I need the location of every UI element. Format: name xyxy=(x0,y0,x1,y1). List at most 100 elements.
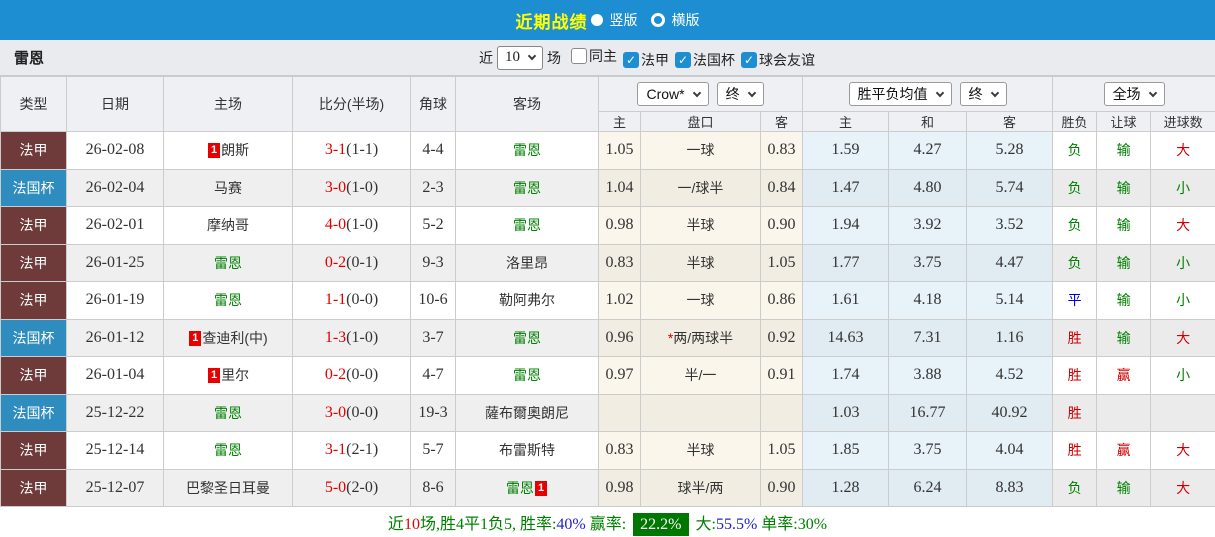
match-count-select[interactable]: 10 xyxy=(497,46,543,70)
date-cell: 26-02-01 xyxy=(67,207,164,245)
average-time-select[interactable]: 终 xyxy=(960,82,1007,106)
team-label: 雷恩 xyxy=(506,480,534,496)
avg-draw-cell: 16.77 xyxy=(889,394,967,432)
odds-away-cell: 0.90 xyxy=(761,207,803,245)
date-cell: 26-01-19 xyxy=(67,282,164,320)
checked-checkbox-icon[interactable]: ✓ xyxy=(675,52,691,68)
team-label: 雷恩 xyxy=(214,405,242,421)
goals-cell: 大 xyxy=(1151,207,1215,245)
team-label: 雷恩 xyxy=(214,442,242,458)
average-type-value: 胜平负均值 xyxy=(858,84,928,104)
results-tbody: 法甲26-02-081朗斯3-1(1-1)4-4雷恩1.05一球0.831.59… xyxy=(1,132,1215,507)
team-label: 雷恩 xyxy=(214,255,242,271)
subheader-odds-away: 客 xyxy=(761,112,803,132)
unchecked-checkbox-icon[interactable] xyxy=(571,48,587,64)
avg-draw-cell: 4.27 xyxy=(889,132,967,170)
handicap-result-cell: 赢 xyxy=(1097,357,1151,395)
corners-cell: 8-6 xyxy=(411,469,456,507)
summary-segment: 大: xyxy=(692,516,716,533)
subheader-handicap: 盘口 xyxy=(641,112,761,132)
away-team-cell: 薩布爾奧朗尼 xyxy=(456,394,599,432)
avg-away-cell: 8.83 xyxy=(967,469,1053,507)
team-name: 雷恩 xyxy=(14,47,44,68)
table-row: 法甲26-01-25雷恩0-2(0-1)9-3洛里昂0.83半球1.051.77… xyxy=(1,244,1215,282)
avg-home-cell: 1.74 xyxy=(803,357,889,395)
goals-cell: 小 xyxy=(1151,357,1215,395)
odds-header-group: Crow* 终 xyxy=(599,77,803,112)
team-label: 朗斯 xyxy=(221,142,249,158)
header-corners: 角球 xyxy=(411,77,456,132)
avg-home-cell: 14.63 xyxy=(803,319,889,357)
table-row: 法国杯26-02-04马赛3-0(1-0)2-3雷恩1.04一/球半0.841.… xyxy=(1,169,1215,207)
summary-segment: 55.5% xyxy=(716,516,757,533)
home-team-cell: 巴黎圣日耳曼 xyxy=(164,469,293,507)
results-table: 类型 日期 主场 比分(半场) 角球 客场 Crow* 终 胜平负均值 xyxy=(0,76,1215,507)
average-time-value: 终 xyxy=(969,84,983,104)
team-label: 巴黎圣日耳曼 xyxy=(186,480,270,496)
checked-checkbox-icon[interactable]: ✓ xyxy=(623,52,639,68)
team-label: 布雷斯特 xyxy=(499,442,555,458)
handicap-result-cell: 输 xyxy=(1097,282,1151,320)
horizontal-radio-icon[interactable] xyxy=(651,13,665,27)
corners-cell: 3-7 xyxy=(411,319,456,357)
vertical-radio-selected-icon[interactable] xyxy=(591,14,603,26)
match-type-cell: 法甲 xyxy=(1,357,67,395)
odds-time-select[interactable]: 终 xyxy=(717,82,764,106)
away-team-cell: 雷恩 xyxy=(456,169,599,207)
handicap-cell: 半球 xyxy=(641,244,761,282)
team-label: 勒阿弗尔 xyxy=(499,292,555,308)
match-type-cell: 法甲 xyxy=(1,432,67,470)
average-type-select[interactable]: 胜平负均值 xyxy=(849,82,952,106)
corners-cell: 5-7 xyxy=(411,432,456,470)
score-cell: 4-0(1-0) xyxy=(293,207,411,245)
home-team-cell: 雷恩 xyxy=(164,244,293,282)
chevron-down-icon xyxy=(747,88,755,96)
away-team-cell: 雷恩 xyxy=(456,207,599,245)
subheader-result: 胜负 xyxy=(1053,112,1097,132)
checkbox-label: 法国杯 xyxy=(693,50,735,70)
handicap-result-cell: 输 xyxy=(1097,169,1151,207)
filter-checkbox-ligue1[interactable]: ✓法甲 xyxy=(623,50,669,70)
odds-home-cell: 0.97 xyxy=(599,357,641,395)
home-team-cell: 雷恩 xyxy=(164,282,293,320)
filter-checkbox-club-friendly[interactable]: ✓球会友谊 xyxy=(741,50,815,70)
goals-cell xyxy=(1151,394,1215,432)
matches-label: 场 xyxy=(547,48,561,68)
filter-checkbox-same-home[interactable]: 同主 xyxy=(571,46,617,66)
checked-checkbox-icon[interactable]: ✓ xyxy=(741,52,757,68)
summary-segment: 10 xyxy=(404,516,420,533)
table-row: 法国杯25-12-22雷恩3-0(0-0)19-3薩布爾奧朗尼1.0316.77… xyxy=(1,394,1215,432)
avg-away-cell: 1.16 xyxy=(967,319,1053,357)
table-row: 法甲25-12-14雷恩3-1(2-1)5-7布雷斯特0.83半球1.051.8… xyxy=(1,432,1215,470)
filter-checkbox-coupe-de-france[interactable]: ✓法国杯 xyxy=(675,50,735,70)
title-bar: 近期战绩 竖版 横版 xyxy=(0,0,1215,40)
date-cell: 26-01-04 xyxy=(67,357,164,395)
horizontal-radio-label[interactable]: 横版 xyxy=(672,10,700,30)
result-cell: 胜 xyxy=(1053,319,1097,357)
chevron-down-icon xyxy=(1148,88,1156,96)
scope-select[interactable]: 全场 xyxy=(1104,82,1165,106)
odds-source-select[interactable]: Crow* xyxy=(637,82,708,106)
handicap-result-cell: 输 xyxy=(1097,319,1151,357)
match-type-cell: 法国杯 xyxy=(1,319,67,357)
odds-home-cell: 0.83 xyxy=(599,432,641,470)
table-row: 法甲26-02-01摩纳哥4-0(1-0)5-2雷恩0.98半球0.901.94… xyxy=(1,207,1215,245)
avg-away-cell: 4.52 xyxy=(967,357,1053,395)
avg-away-cell: 4.47 xyxy=(967,244,1053,282)
date-cell: 25-12-22 xyxy=(67,394,164,432)
table-row: 法国杯26-01-121查迪利(中)1-3(1-0)3-7雷恩0.96*两/两球… xyxy=(1,319,1215,357)
corners-cell: 10-6 xyxy=(411,282,456,320)
result-cell: 负 xyxy=(1053,207,1097,245)
avg-home-cell: 1.77 xyxy=(803,244,889,282)
avg-home-cell: 1.28 xyxy=(803,469,889,507)
handicap-cell: *两/两球半 xyxy=(641,319,761,357)
scope-header-group: 全场 xyxy=(1053,77,1215,112)
goals-cell: 小 xyxy=(1151,282,1215,320)
match-type-cell: 法甲 xyxy=(1,244,67,282)
subheader-handicap-result: 让球 xyxy=(1097,112,1151,132)
vertical-radio-label[interactable]: 竖版 xyxy=(610,10,638,30)
avg-home-cell: 1.61 xyxy=(803,282,889,320)
table-row: 法甲25-12-07巴黎圣日耳曼5-0(2-0)8-6雷恩10.98球半/两0.… xyxy=(1,469,1215,507)
scope-value: 全场 xyxy=(1113,84,1141,104)
header-score: 比分(半场) xyxy=(293,77,411,132)
